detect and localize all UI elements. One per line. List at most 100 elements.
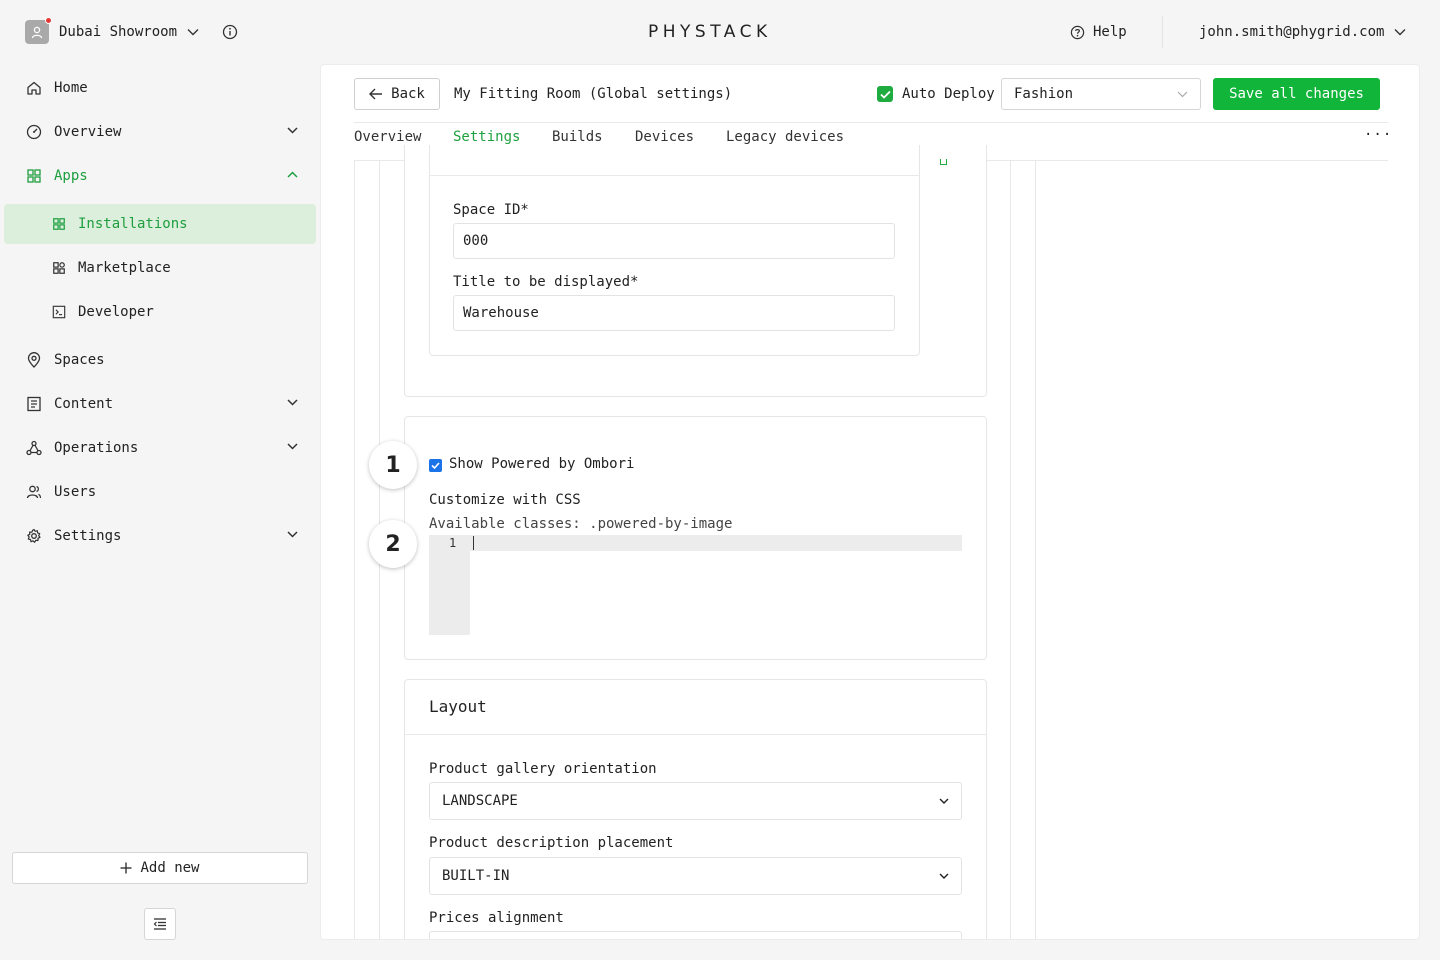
content-border xyxy=(1035,161,1036,939)
sidebar-item-overview[interactable]: Overview xyxy=(26,114,302,150)
sidebar: Home Overview Apps Installations Marketp… xyxy=(0,64,320,960)
collapse-menu-icon xyxy=(153,918,166,930)
operations-icon xyxy=(26,440,42,456)
space-id-label: Space ID* xyxy=(453,202,529,218)
top-bar: Dubai Showroom PHYSTACK Help john.smith@… xyxy=(0,0,1440,64)
sidebar-item-label: Content xyxy=(54,396,114,412)
sidebar-item-marketplace[interactable]: Marketplace xyxy=(52,250,171,286)
step-marker-2: 2 xyxy=(369,520,417,568)
sidebar-item-label: Settings xyxy=(54,528,122,544)
tab-overview[interactable]: Overview xyxy=(354,129,421,145)
chevron-down-icon xyxy=(287,127,298,134)
org-avatar xyxy=(25,17,52,44)
arrow-left-icon xyxy=(369,88,383,100)
chevron-down-icon xyxy=(939,798,949,804)
home-icon xyxy=(27,81,41,95)
description-placement-select[interactable]: BUILT-IN xyxy=(429,857,962,895)
chevron-down-icon xyxy=(1177,91,1188,97)
sidebar-item-developer[interactable]: Developer xyxy=(52,294,154,330)
gallery-orientation-select[interactable]: LANDSCAPE xyxy=(429,782,962,820)
apps-icon xyxy=(27,169,41,183)
sidebar-item-label: Apps xyxy=(54,168,88,184)
chevron-down-icon xyxy=(287,531,298,538)
prices-alignment-label: Prices alignment xyxy=(429,910,564,926)
description-placement-value: BUILT-IN xyxy=(442,868,510,884)
space-id-input[interactable]: 000 xyxy=(453,223,895,259)
chevron-down-icon xyxy=(939,873,949,879)
layout-title: Layout xyxy=(429,697,487,716)
text-cursor xyxy=(473,536,474,550)
sidebar-item-content[interactable]: Content xyxy=(26,386,302,422)
chevron-down-icon xyxy=(287,399,298,406)
sidebar-item-operations[interactable]: Operations xyxy=(26,430,302,466)
more-options-icon[interactable]: ··· xyxy=(1364,127,1392,143)
chevron-down-icon xyxy=(187,29,199,36)
chevron-down-icon xyxy=(1394,29,1406,36)
marketplace-icon xyxy=(53,262,65,274)
content-icon xyxy=(27,396,41,412)
divider xyxy=(405,734,986,735)
add-new-button[interactable]: Add new xyxy=(12,852,308,884)
sidebar-item-label: Users xyxy=(54,484,97,500)
css-label: Customize with CSS xyxy=(429,492,581,508)
title-input[interactable]: Warehouse xyxy=(453,295,895,331)
collapse-sidebar-button[interactable] xyxy=(144,908,176,940)
gallery-orientation-label: Product gallery orientation xyxy=(429,761,657,777)
tab-settings[interactable]: Settings xyxy=(453,129,520,145)
prices-alignment-select[interactable] xyxy=(429,931,962,939)
phystack-logo: PHYSTACK xyxy=(648,22,772,42)
show-powered-checkbox[interactable] xyxy=(429,459,442,472)
user-email: john.smith@phygrid.com xyxy=(1199,24,1385,40)
description-placement-label: Product description placement xyxy=(429,835,674,851)
sidebar-item-installations[interactable]: Installations xyxy=(52,206,188,242)
auto-deploy-toggle[interactable]: Auto Deploy xyxy=(877,86,995,102)
sidebar-item-label: Developer xyxy=(78,304,154,320)
terminal-icon xyxy=(52,305,66,319)
back-button[interactable]: Back xyxy=(354,78,440,110)
back-label: Back xyxy=(391,86,425,102)
content-border xyxy=(1010,161,1011,939)
show-powered-label: Show Powered by Ombori xyxy=(449,456,635,472)
tab-legacy-devices[interactable]: Legacy devices xyxy=(726,129,844,145)
sidebar-item-label: Spaces xyxy=(54,352,105,368)
location-pin-icon xyxy=(27,352,41,368)
title-label: Title to be displayed* xyxy=(453,274,639,290)
divider xyxy=(429,175,920,176)
help-icon xyxy=(1070,25,1085,39)
content-border xyxy=(354,161,355,939)
step-marker-1: 1 xyxy=(369,441,417,489)
installations-icon xyxy=(53,218,65,230)
save-all-changes-button[interactable]: Save all changes xyxy=(1213,78,1380,110)
sidebar-item-spaces[interactable]: Spaces xyxy=(26,342,302,378)
main-panel: Back My Fitting Room (Global settings) A… xyxy=(320,64,1420,940)
css-editor[interactable] xyxy=(429,535,962,551)
app-title: My Fitting Room (Global settings) xyxy=(454,86,733,102)
divider xyxy=(1162,16,1163,48)
css-classes-hint: Available classes: .powered-by-image xyxy=(429,516,733,532)
org-name: Dubai Showroom xyxy=(59,24,178,40)
sidebar-item-users[interactable]: Users xyxy=(26,474,302,510)
divider xyxy=(354,122,1388,123)
tab-devices[interactable]: Devices xyxy=(635,129,694,145)
gear-icon xyxy=(27,528,41,543)
gallery-orientation-value: LANDSCAPE xyxy=(442,793,518,809)
org-switcher[interactable]: Dubai Showroom xyxy=(25,17,199,44)
notification-dot xyxy=(45,17,52,24)
sidebar-item-label: Marketplace xyxy=(78,260,171,276)
sidebar-item-settings[interactable]: Settings xyxy=(26,518,302,554)
chevron-up-icon xyxy=(287,171,298,178)
user-menu[interactable]: john.smith@phygrid.com xyxy=(1199,24,1406,40)
chevron-down-icon xyxy=(287,443,298,450)
sidebar-item-home[interactable]: Home xyxy=(26,70,302,106)
space-select[interactable]: Fashion xyxy=(1001,78,1201,110)
users-icon xyxy=(26,485,42,499)
check-icon xyxy=(879,90,891,99)
auto-deploy-checkbox[interactable] xyxy=(877,86,893,102)
help-link[interactable]: Help xyxy=(1070,24,1127,40)
tab-builds[interactable]: Builds xyxy=(552,129,603,145)
css-editor-gutter xyxy=(429,535,470,635)
info-icon[interactable] xyxy=(222,24,238,40)
sidebar-item-label: Installations xyxy=(78,216,188,232)
sidebar-item-apps[interactable]: Apps xyxy=(26,158,302,194)
collapse-handle-icon[interactable] xyxy=(940,159,947,165)
